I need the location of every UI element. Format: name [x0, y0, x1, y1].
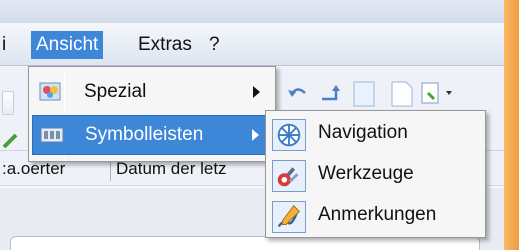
undo-arrow-icon[interactable]	[285, 81, 311, 107]
submenu-arrow-icon	[253, 86, 260, 98]
pen-tool-icon[interactable]	[2, 131, 22, 151]
window-frame-right	[504, 0, 519, 250]
menu-item-label: Spezial	[84, 81, 147, 102]
submenu-item-label: Anmerkungen	[318, 204, 437, 225]
menu-item-symbolleisten[interactable]: Symbolleisten	[32, 115, 272, 155]
submenu-item-label: Werkzeuge	[318, 163, 414, 184]
menu-item-ansicht[interactable]: Ansicht	[31, 31, 104, 59]
annotations-icon	[272, 201, 306, 233]
submenu-item-label: Navigation	[318, 122, 408, 143]
user-field: :a.oerter	[2, 159, 66, 178]
symbolleisten-submenu: Navigation Werkzeuge Anmerkungen	[265, 110, 486, 238]
redo-arrow-icon[interactable]	[318, 81, 344, 107]
menu-item-label: Symbolleisten	[85, 124, 204, 145]
menu-item-extras[interactable]: Extras	[138, 31, 192, 59]
navigation-icon	[272, 119, 306, 151]
submenu-arrow-icon	[252, 129, 259, 141]
menu-bar: i Ansicht Extras ?	[0, 24, 504, 66]
content-panel	[10, 236, 480, 250]
copy-dropdown-icon[interactable]	[416, 79, 456, 109]
ansicht-dropdown-menu: Spezial Symbolleisten	[28, 66, 276, 162]
window-title-bar	[0, 0, 519, 23]
menu-item-help[interactable]: ?	[209, 31, 220, 59]
menu-item-spezial[interactable]: Spezial	[32, 73, 272, 113]
toolbar-button-partial[interactable]	[2, 91, 14, 115]
toolbars-icon	[40, 127, 64, 143]
tools-icon	[272, 160, 306, 192]
menu-item-previous[interactable]: i	[2, 31, 6, 59]
new-page-icon[interactable]	[386, 79, 416, 109]
submenu-item-werkzeuge[interactable]: Werkzeuge	[268, 155, 483, 195]
column-header-date[interactable]: Datum der letz	[116, 159, 227, 179]
submenu-item-anmerkungen[interactable]: Anmerkungen	[268, 196, 483, 236]
submenu-item-navigation[interactable]: Navigation	[268, 114, 483, 154]
document-icon[interactable]	[348, 79, 382, 109]
special-view-icon	[39, 82, 61, 101]
